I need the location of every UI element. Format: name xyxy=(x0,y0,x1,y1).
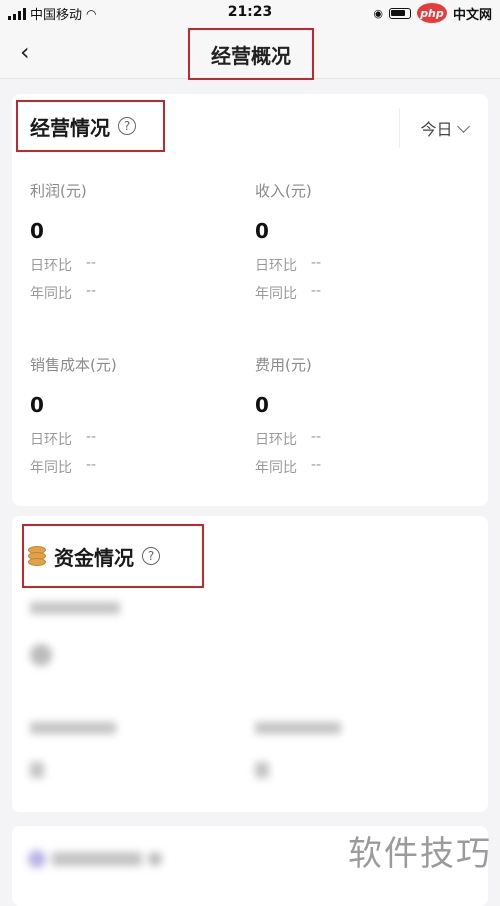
orientation-lock-icon: ◉ xyxy=(373,6,383,20)
battery-icon xyxy=(388,7,411,19)
metric-yoy: 年同比 -- xyxy=(30,283,230,303)
dod-value: -- xyxy=(311,429,322,445)
blurred-label xyxy=(255,722,341,734)
blurred-icon xyxy=(28,850,46,868)
blurred-value xyxy=(30,762,44,778)
period-selector[interactable]: 今日 xyxy=(399,108,488,148)
metric-label: 销售成本(元) xyxy=(30,356,117,374)
yoy-value: -- xyxy=(86,283,97,299)
dod-label: 日环比 xyxy=(255,258,297,274)
status-bar: 中国移动 ◠ 21:23 ◉ php 中文网 xyxy=(0,0,500,26)
business-title: 经营情况 xyxy=(30,115,110,140)
funds-title: 资金情况 xyxy=(54,545,134,570)
metric-yoy: 年同比 -- xyxy=(30,457,230,477)
metric-value: 0 xyxy=(255,219,269,243)
metric-sales-cost: 销售成本(元) 0 日环比 -- 年同比 -- xyxy=(30,354,230,477)
metric-value: 0 xyxy=(30,219,44,243)
dod-value: -- xyxy=(86,255,97,271)
yoy-value: -- xyxy=(311,283,322,299)
metric-label: 利润(元) xyxy=(30,182,87,200)
dod-value: -- xyxy=(311,255,322,271)
dod-label: 日环比 xyxy=(30,432,72,448)
metric-income: 收入(元) 0 日环比 -- 年同比 -- xyxy=(255,180,455,303)
yoy-value: -- xyxy=(311,457,322,473)
metric-dod: 日环比 -- xyxy=(30,255,230,275)
business-section-header: 经营情况 ? xyxy=(16,100,165,152)
metric-expenses: 费用(元) 0 日环比 -- 年同比 -- xyxy=(255,354,455,477)
brand-text: 中文网 xyxy=(452,7,492,23)
coins-icon xyxy=(28,546,46,566)
blurred-value xyxy=(255,762,269,778)
php-logo: php xyxy=(416,3,447,23)
metric-value: 0 xyxy=(30,393,44,417)
funds-card: 资金情况 ? xyxy=(12,516,488,812)
blurred-label xyxy=(52,852,142,866)
metric-dod: 日环比 -- xyxy=(255,255,455,275)
yoy-label: 年同比 xyxy=(255,460,297,476)
metric-dod: 日环比 -- xyxy=(255,429,455,449)
nav-bar: ‹ 经营概况 xyxy=(0,26,500,80)
dod-value: -- xyxy=(86,429,97,445)
period-label: 今日 xyxy=(420,120,453,139)
watermark: 软件技巧 xyxy=(348,834,492,874)
page-title: 经营概况 xyxy=(188,28,314,80)
blurred-label xyxy=(30,722,116,734)
help-icon[interactable]: ? xyxy=(142,547,160,565)
yoy-label: 年同比 xyxy=(30,460,72,476)
blurred-help xyxy=(148,852,162,866)
chevron-down-icon xyxy=(456,119,470,133)
metric-label: 收入(元) xyxy=(255,182,312,200)
yoy-value: -- xyxy=(86,457,97,473)
metric-yoy: 年同比 -- xyxy=(255,283,455,303)
business-card: 经营情况 ? 今日 利润(元) 0 日环比 -- 年同比 -- 收入(元) 0 日环… xyxy=(12,94,488,506)
status-right: ◉ php 中文网 xyxy=(373,3,492,23)
dod-label: 日环比 xyxy=(255,432,297,448)
blurred-label xyxy=(30,602,120,614)
yoy-label: 年同比 xyxy=(255,286,297,302)
help-icon[interactable]: ? xyxy=(118,117,136,135)
chevron-left-icon: ‹ xyxy=(20,38,30,66)
dod-label: 日环比 xyxy=(30,258,72,274)
metric-label: 费用(元) xyxy=(255,356,312,374)
metric-yoy: 年同比 -- xyxy=(255,457,455,477)
funds-section-header: 资金情况 ? xyxy=(22,524,204,588)
blurred-value xyxy=(30,644,52,666)
back-button[interactable]: ‹ xyxy=(20,40,30,64)
yoy-label: 年同比 xyxy=(30,286,72,302)
metric-dod: 日环比 -- xyxy=(30,429,230,449)
metric-profit: 利润(元) 0 日环比 -- 年同比 -- xyxy=(30,180,230,303)
metric-value: 0 xyxy=(255,393,269,417)
